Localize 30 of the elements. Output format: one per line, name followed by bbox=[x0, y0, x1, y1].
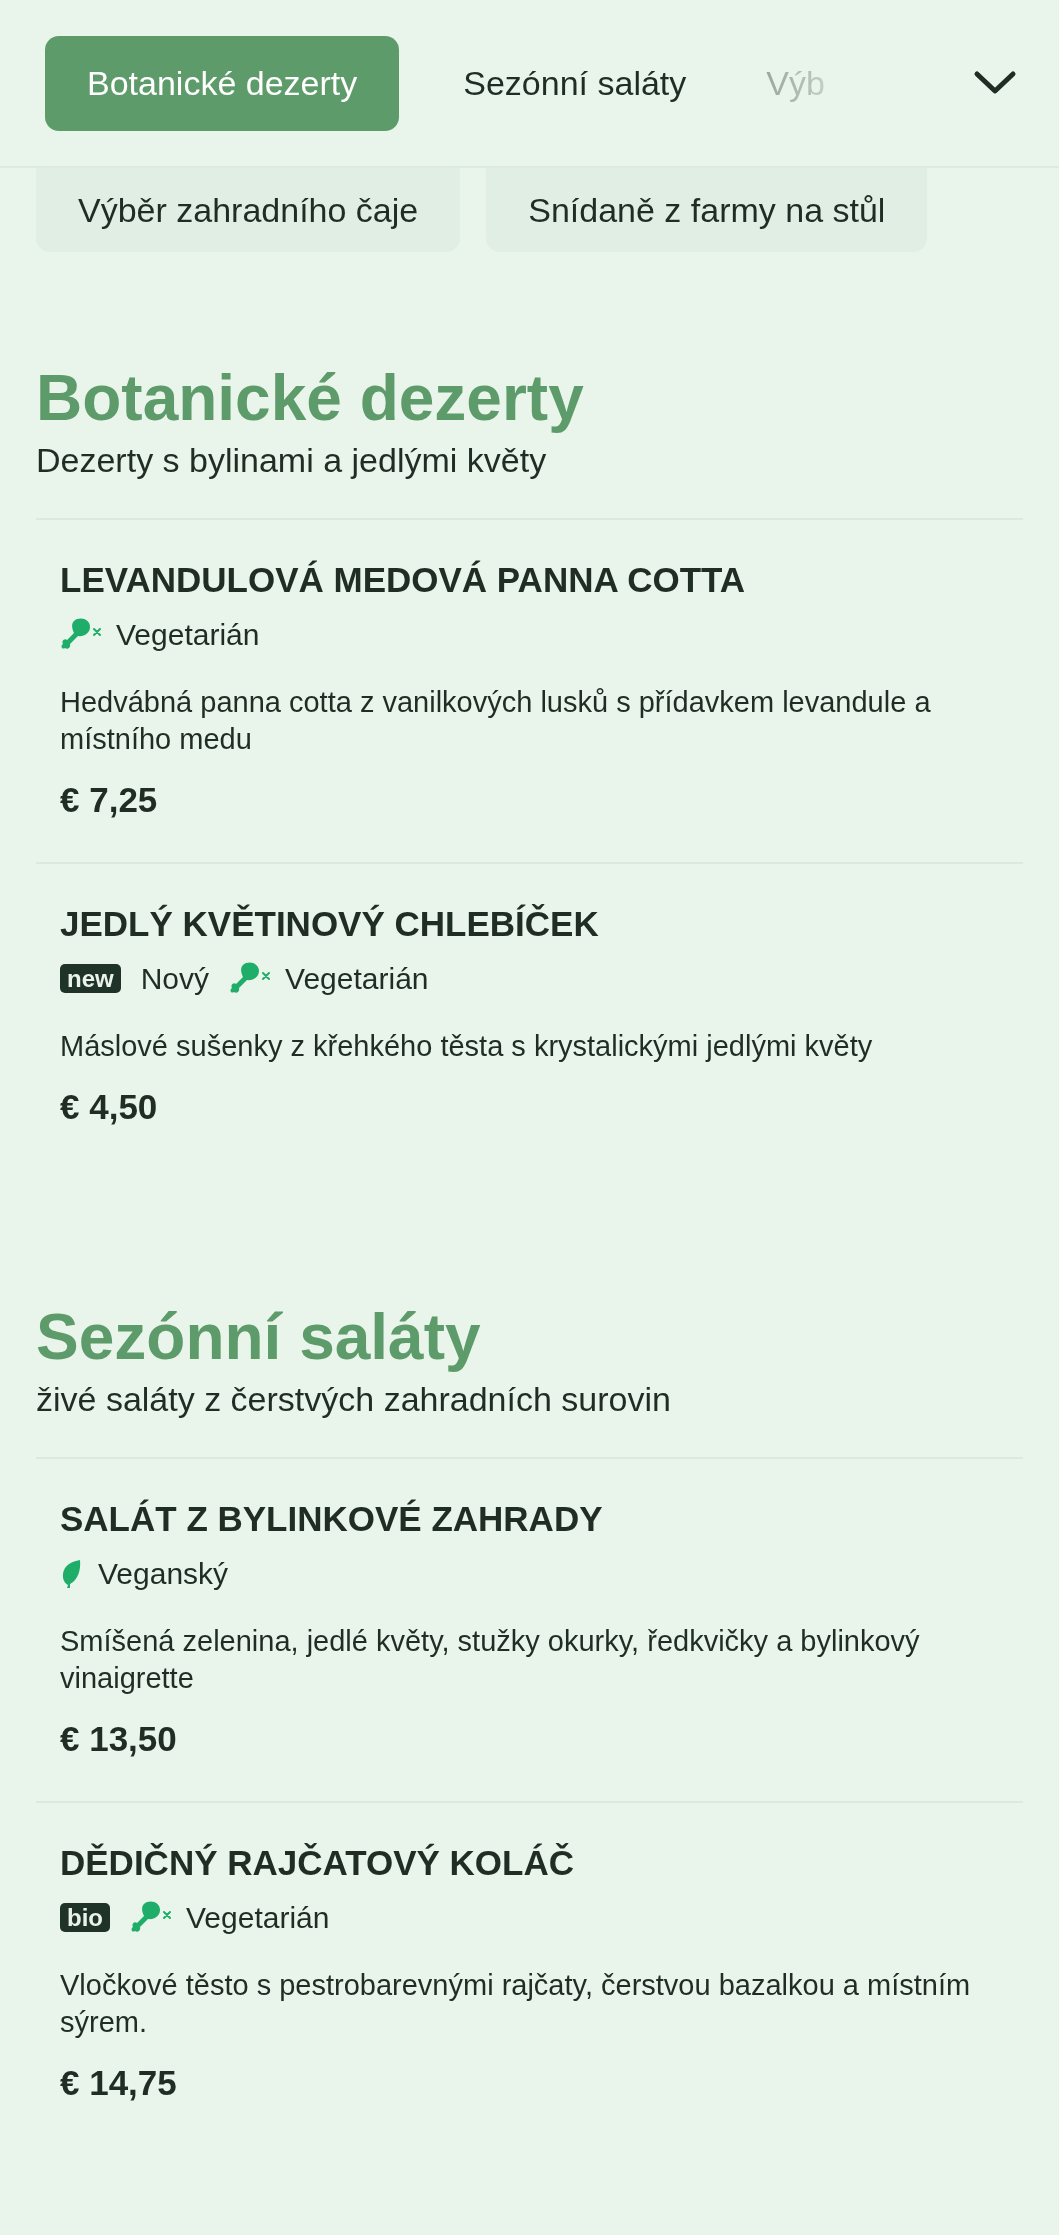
dish-name: SALÁT Z BYLINKOVÉ ZAHRADY bbox=[60, 1498, 604, 1540]
dish-price: € 13,50 bbox=[60, 1718, 178, 1760]
category-chip[interactable]: Výběr zahradního čaje bbox=[36, 168, 461, 252]
tag-label: Nový bbox=[140, 960, 210, 997]
category-chip[interactable]: Snídaně z farmy na stůl bbox=[486, 168, 928, 252]
tag-label: Vegetarián bbox=[186, 1899, 330, 1936]
section-title: Sezónní saláty bbox=[36, 1300, 482, 1375]
dish-description: Máslové sušenky z křehkého těsta s krystalickými jedlými květy bbox=[60, 1029, 874, 1064]
dish-description: Hedvábná panna cotta z vanilkových lusků s přídavkem levandule a místního medu bbox=[60, 685, 932, 757]
category-tab[interactable]: Sezónní saláty bbox=[423, 35, 727, 131]
tag-label: Vegetarián bbox=[116, 616, 260, 653]
crossed-drumstick-icon bbox=[130, 1900, 172, 1934]
tag-badge: new bbox=[60, 963, 121, 993]
dish-description: Vločkové těsto s pestrobarevnými rajčaty, čerstvou bazalkou a místním sýrem. bbox=[60, 1968, 972, 2040]
dish-name: LEVANDULOVÁ MEDOVÁ PANNA COTTA bbox=[60, 559, 747, 601]
dish-description: Smíšená zelenina, jedlé květy, stužky okurky, ředkvičky a bylinkový vinaigrette bbox=[60, 1624, 921, 1696]
crossed-drumstick-icon bbox=[229, 961, 272, 995]
tag-label: Vegetarián bbox=[285, 960, 429, 997]
section-title: Botanické dezerty bbox=[36, 361, 585, 436]
section-subtitle: živé saláty z čerstvých zahradních surovin bbox=[36, 1379, 672, 1420]
dish-price: € 4,50 bbox=[60, 1086, 159, 1128]
crossed-drumstick-icon bbox=[60, 617, 102, 651]
section-subtitle: Dezerty s bylinami a jedlými květy bbox=[36, 440, 548, 481]
dish-name: JEDLÝ KVĚTINOVÝ CHLEBÍČEK bbox=[60, 903, 600, 945]
dish-name: DĚDIČNÝ RAJČATOVÝ KOLÁČ bbox=[60, 1842, 576, 1884]
leaf-icon bbox=[60, 1558, 82, 1588]
tag-badge: bio bbox=[60, 1902, 110, 1932]
tag-label: Veganský bbox=[98, 1555, 229, 1592]
dish-price: € 14,75 bbox=[60, 2062, 178, 2104]
dish-price: € 7,25 bbox=[60, 779, 159, 821]
